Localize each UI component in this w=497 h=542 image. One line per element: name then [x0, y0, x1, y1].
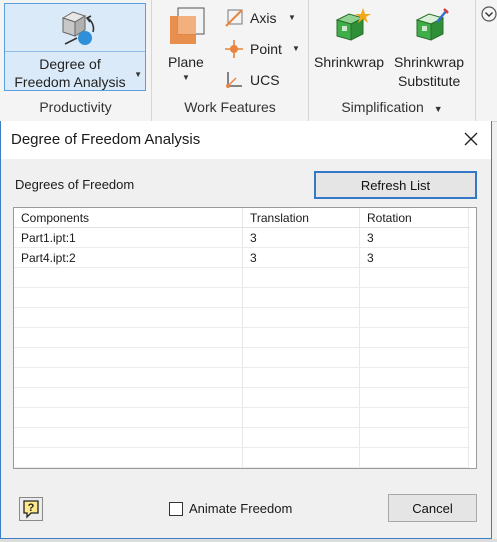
column-header-rotation[interactable]: Rotation: [360, 208, 468, 228]
animate-freedom-checkbox[interactable]: [169, 501, 183, 516]
component-cell: Part4.ipt:2: [21, 251, 76, 265]
dof-label-line2: Freedom Analysis: [14, 74, 126, 90]
simplification-panel-title[interactable]: Simplification ▼: [309, 96, 475, 118]
empty-row: [14, 428, 470, 448]
simplification-panel: Shrinkwrap Shrinkwrap Substitute Simplif…: [309, 0, 476, 121]
dof-button-label: Degree of Freedom Analysis: [5, 55, 135, 91]
empty-row: [14, 268, 470, 288]
translation-cell: 3: [250, 251, 257, 265]
plane-label: Plane: [168, 54, 204, 70]
axis-label: Axis: [250, 10, 277, 26]
axis-icon: [225, 9, 243, 27]
refresh-list-button[interactable]: Refresh List: [314, 171, 477, 199]
close-icon[interactable]: [463, 131, 479, 147]
axis-button[interactable]: Axis ▼: [222, 6, 302, 30]
empty-row: [14, 348, 470, 368]
plane-button[interactable]: Plane ▼: [160, 4, 212, 88]
empty-row: [14, 408, 470, 428]
point-icon: [225, 40, 243, 58]
cancel-button[interactable]: Cancel: [388, 494, 477, 522]
ucs-label: UCS: [250, 72, 280, 88]
table-header-row: Components Translation Rotation: [14, 208, 470, 228]
ucs-button[interactable]: UCS: [222, 68, 302, 92]
table-row[interactable]: Part1.ipt:1 3 3: [14, 228, 470, 248]
dof-label-line1: Degree of: [39, 56, 101, 72]
empty-row: [14, 368, 470, 388]
empty-row: [14, 308, 470, 328]
shrinkwrap-icon: [335, 8, 371, 41]
rotation-cell: 3: [367, 231, 374, 245]
simplification-title-text: Simplification: [341, 99, 424, 115]
translation-cell: 3: [250, 231, 257, 245]
help-glyph: ?: [28, 502, 35, 514]
degree-of-freedom-analysis-button[interactable]: Degree of Freedom Analysis ▼: [4, 3, 146, 91]
chevron-down-icon[interactable]: ▼: [182, 73, 190, 82]
ucs-icon: [226, 72, 242, 88]
help-button[interactable]: ?: [19, 497, 43, 521]
components-table[interactable]: Components Translation Rotation Part1.ip…: [13, 207, 477, 469]
substitute-label-line1: Shrinkwrap: [394, 54, 465, 70]
shrinkwrap-substitute-icon: [415, 8, 449, 41]
shrinkwrap-button[interactable]: Shrinkwrap: [311, 4, 391, 88]
chevron-down-icon[interactable]: ▼: [288, 13, 296, 22]
substitute-label-line2: Substitute: [398, 73, 461, 89]
button-divider: [5, 51, 145, 52]
ribbon-panel-menu-icon[interactable]: [480, 4, 497, 24]
chevron-down-icon[interactable]: ▼: [292, 44, 300, 53]
component-cell: Part1.ipt:1: [21, 231, 76, 245]
empty-row: [14, 288, 470, 308]
plane-icon: [170, 7, 205, 44]
work-features-panel: Plane ▼ Axis ▼ Point ▼ UCS Work Features: [152, 0, 309, 121]
column-header-translation[interactable]: Translation: [243, 208, 360, 228]
productivity-panel-title: Productivity: [39, 99, 112, 115]
productivity-panel: Degree of Freedom Analysis ▼ Productivit…: [0, 0, 152, 121]
column-header-components[interactable]: Components: [14, 208, 243, 228]
empty-row: [14, 388, 470, 408]
work-features-panel-title: Work Features: [184, 99, 276, 115]
degrees-of-freedom-heading: Degrees of Freedom: [15, 177, 135, 192]
dialog-titlebar[interactable]: Degree of Freedom Analysis: [1, 121, 491, 159]
dof-analysis-icon: [61, 11, 95, 45]
rotation-cell: 3: [367, 251, 374, 265]
dof-analysis-dialog: Degree of Freedom Analysis Degrees of Fr…: [0, 121, 492, 539]
animate-freedom-label: Animate Freedom: [189, 501, 293, 516]
point-label: Point: [250, 41, 282, 57]
shrinkwrap-substitute-button[interactable]: Shrinkwrap Substitute: [393, 4, 473, 89]
shrinkwrap-label: Shrinkwrap: [314, 54, 385, 70]
table-row[interactable]: Part4.ipt:2 3 3: [14, 248, 470, 268]
animate-freedom-toggle[interactable]: Animate Freedom: [169, 501, 292, 516]
dialog-title: Degree of Freedom Analysis: [11, 131, 201, 148]
point-button[interactable]: Point ▼: [222, 37, 302, 61]
chevron-down-icon[interactable]: ▼: [134, 70, 142, 79]
chevron-down-icon[interactable]: ▼: [434, 104, 443, 114]
ribbon: Degree of Freedom Analysis ▼ Productivit…: [0, 0, 497, 122]
empty-row: [14, 328, 470, 348]
help-icon: ?: [23, 500, 39, 519]
empty-row: [14, 448, 470, 468]
